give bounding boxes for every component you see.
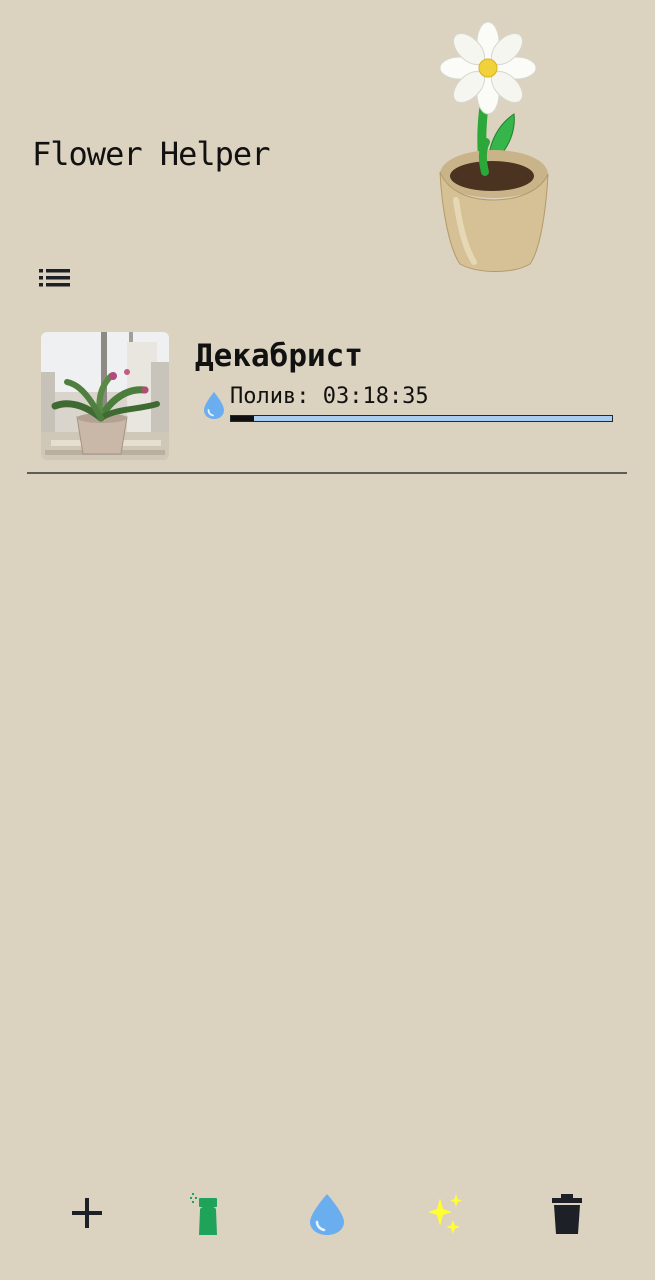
delete-button[interactable]: [542, 1188, 592, 1238]
plant-name: Декабрист: [195, 338, 363, 374]
plant-photo: [41, 332, 169, 460]
spray-button[interactable]: [183, 1188, 233, 1238]
trash-icon: [552, 1194, 582, 1234]
water-button[interactable]: [302, 1188, 352, 1238]
bottom-action-bar: [0, 1180, 655, 1250]
care-button[interactable]: [422, 1188, 472, 1238]
water-progress-bar: [230, 415, 613, 422]
divider: [27, 472, 627, 474]
potted-daisy-icon: [430, 21, 560, 278]
list-menu-button[interactable]: [36, 262, 76, 294]
list-menu-icon: [39, 269, 70, 287]
water-drop-icon: [310, 1194, 344, 1235]
water-timer: Полив: 03:18:35: [230, 384, 429, 409]
water-drop-icon: [201, 390, 227, 420]
add-plant-button[interactable]: [62, 1188, 112, 1238]
plant-list-item[interactable]: Декабрист Полив: 03:18:35: [27, 318, 627, 474]
sparkles-icon: [428, 1194, 462, 1234]
plus-icon: [72, 1198, 102, 1228]
app-title: Flower Helper: [32, 135, 270, 173]
water-progress-fill: [231, 416, 254, 421]
spray-bottle-icon: [190, 1193, 217, 1235]
